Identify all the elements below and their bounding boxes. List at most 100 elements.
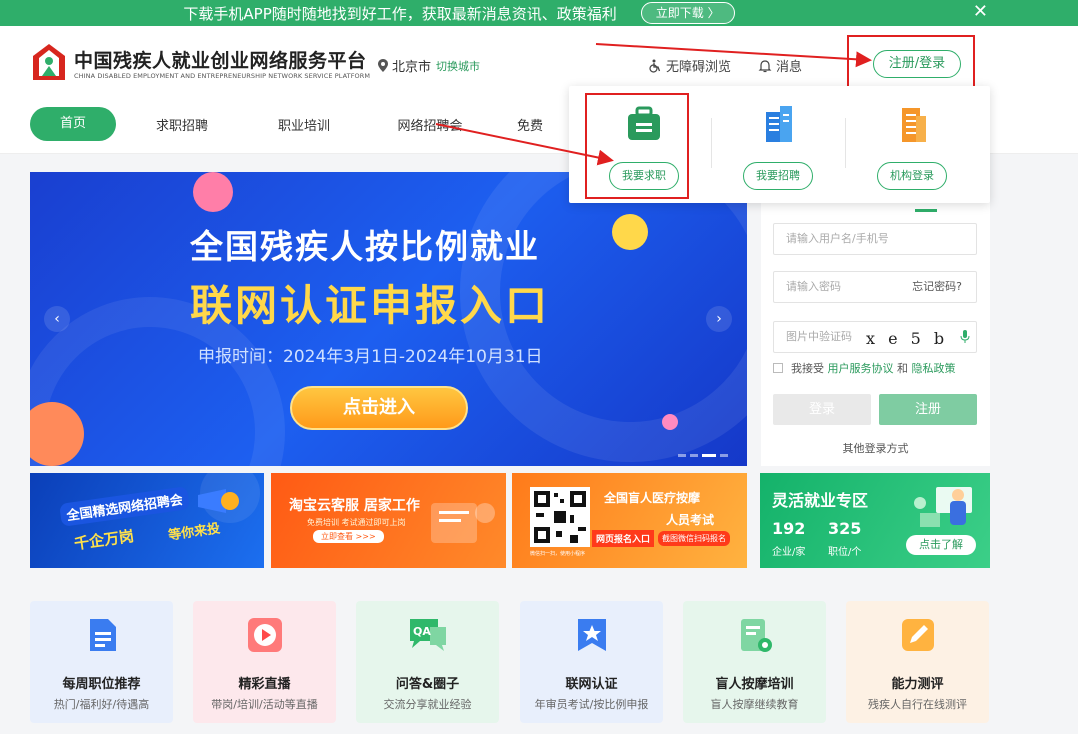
chat-bubble-icon: QA	[410, 619, 446, 651]
document-icon	[90, 619, 116, 651]
location-pin-icon	[378, 59, 388, 72]
privacy-link[interactable]: 隐私政策	[912, 360, 956, 376]
ad2-title: 淘宝云客服 居家工作	[289, 498, 420, 514]
popup-separator	[711, 118, 712, 168]
banner-dot[interactable]	[720, 454, 728, 457]
accessibility-link[interactable]: 无障碍浏览	[648, 56, 731, 75]
accessibility-label: 无障碍浏览	[666, 60, 732, 75]
main-nav: 首页 求职招聘 职业培训 网络招聘会 免费	[30, 107, 560, 141]
agree-checkbox[interactable]	[773, 363, 783, 373]
logo-icon[interactable]	[30, 42, 68, 82]
site-subtitle: CHINA DISABLED EMPLOYMENT AND ENTREPRENE…	[74, 72, 371, 80]
ad2-view-button[interactable]: 立即查看 >>>	[313, 530, 384, 543]
qr-code-icon[interactable]	[530, 487, 590, 547]
banner-line-1: 全国残疾人按比例就业	[190, 227, 540, 266]
ad3-title: 全国盲人医疗按摩	[604, 491, 701, 505]
nav-item-training[interactable]: 职业培训	[248, 115, 360, 134]
download-app-button[interactable]: 立即下载 〉	[640, 2, 735, 24]
nav-item-job-fair[interactable]: 网络招聘会	[360, 115, 500, 134]
login-button[interactable]: 登录	[773, 394, 871, 425]
certificate-icon	[741, 619, 772, 652]
bookmark-star-icon	[578, 619, 606, 651]
ad3-subtitle: 人员考试	[666, 513, 715, 527]
nav-item-home[interactable]: 首页	[30, 107, 116, 141]
popup-separator	[845, 118, 846, 168]
pencil-icon	[902, 619, 934, 651]
messages-label: 消息	[776, 60, 803, 75]
company-count: 192	[772, 519, 806, 538]
site-title[interactable]: 中国残疾人就业创业网络服务平台	[74, 46, 367, 73]
qr-caption: 微信扫一扫，使用小程序	[530, 551, 586, 557]
feature-title: 盲人按摩培训	[715, 677, 794, 692]
banner-date: 申报时间：2024年3月1日-2024年10月31日	[198, 347, 543, 367]
username-input[interactable]: 请输入用户名/手机号	[773, 223, 977, 255]
feature-massage-training[interactable]: 盲人按摩培训 盲人按摩继续教育	[683, 601, 826, 723]
banner-next-icon[interactable]: ›	[706, 306, 732, 332]
banner-dot[interactable]	[678, 454, 686, 457]
terms-link[interactable]: 用户服务协议	[828, 360, 894, 376]
bell-icon	[758, 59, 772, 72]
agree-prefix: 我接受	[791, 362, 824, 375]
feature-desc: 年审员考试/按比例申报	[534, 698, 649, 711]
current-city: 北京市	[392, 60, 432, 75]
banner-prev-icon[interactable]: ‹	[44, 306, 70, 332]
wheelchair-icon	[649, 59, 661, 73]
feature-title: 精彩直播	[238, 677, 291, 692]
nav-item-jobs[interactable]: 求职招聘	[116, 115, 248, 134]
recruiter-option[interactable]: 我要招聘	[733, 104, 823, 190]
org-login-button[interactable]: 机构登录	[877, 162, 947, 190]
agreement-row: 我接受 用户服务协议 和 隐私政策	[773, 360, 956, 376]
city-selector[interactable]: 北京市 切换城市	[378, 56, 480, 75]
login-tab-indicator	[915, 209, 937, 212]
recruit-button[interactable]: 我要招聘	[743, 162, 813, 190]
company-unit: 企业/家	[772, 547, 806, 558]
close-icon[interactable]: ✕	[973, 1, 988, 22]
feature-live-stream[interactable]: 精彩直播 带岗/培训/活动等直播	[193, 601, 336, 723]
flexible-employment-zone[interactable]: 灵活就业专区 192 325 企业/家 职位/个 点击了解	[760, 473, 990, 568]
register-button[interactable]: 注册	[879, 394, 977, 425]
feature-title: 能力测评	[891, 677, 944, 692]
banner-pagination	[678, 454, 732, 457]
login-panel: 请输入用户名/手机号 请输入密码 忘记密码? 图片中验证码 x e 5 b 我接…	[761, 196, 990, 466]
other-login-methods[interactable]: 其他登录方式	[761, 440, 990, 456]
banner-line-2: 联网认证申报入口	[190, 281, 551, 330]
org-login-option[interactable]: 机构登录	[867, 104, 957, 190]
feature-desc: 热门/福利好/待遇高	[53, 698, 150, 711]
banner-enter-button[interactable]: 点击进入	[290, 386, 468, 430]
ad-taobao-service[interactable]: 淘宝云客服 居家工作 免费培训 考试通过即可上岗 立即查看 >>>	[271, 473, 506, 568]
microphone-icon[interactable]	[960, 330, 970, 344]
promo-text: 下载手机APP随时随地找到好工作，获取最新消息资讯、政策福利	[183, 4, 617, 23]
password-input[interactable]: 请输入密码 忘记密码?	[773, 271, 977, 303]
nav-item-free[interactable]: 免费	[500, 115, 560, 134]
position-count: 325	[828, 519, 862, 538]
ad2-subtitle: 免费培训 考试通过即可上岗	[307, 518, 406, 527]
feature-network-cert[interactable]: 联网认证 年审员考试/按比例申报	[520, 601, 663, 723]
feature-qa-circle[interactable]: QA 问答&圈子 交流分享就业经验	[356, 601, 499, 723]
feature-desc: 盲人按摩继续教育	[710, 698, 799, 711]
promo-bar: 下载手机APP随时随地找到好工作，获取最新消息资讯、政策福利 立即下载 〉 ✕	[0, 0, 1078, 26]
feature-weekly-jobs[interactable]: 每周职位推荐 热门/福利好/待遇高	[30, 601, 173, 723]
learn-more-button[interactable]: 点击了解	[906, 535, 976, 555]
annotation-box-job-seek	[585, 93, 689, 199]
captcha-image[interactable]: x e 5 b	[866, 324, 966, 350]
forgot-password-link[interactable]: 忘记密码?	[912, 272, 962, 302]
password-placeholder: 请输入密码	[786, 280, 841, 293]
hero-banner[interactable]: 全国残疾人按比例就业 联网认证申报入口 申报时间：2024年3月1日-2024年…	[30, 172, 747, 466]
messages-link[interactable]: 消息	[758, 56, 802, 75]
captcha-input[interactable]: 图片中验证码 x e 5 b	[773, 321, 977, 353]
ad-online-job-fair[interactable]: 全国精选网络招聘会 千企万岗 等你来投	[30, 473, 264, 568]
agree-and: 和	[897, 362, 908, 375]
switch-city-link[interactable]: 切换城市	[436, 58, 480, 74]
feature-title: 联网认证	[565, 677, 618, 692]
ad3-signup-entry[interactable]: 网页报名入口	[592, 530, 655, 547]
feature-desc: 带岗/培训/活动等直播	[211, 698, 318, 711]
feature-desc: 残疾人自行在线测评	[868, 698, 967, 711]
banner-dot-active[interactable]	[702, 454, 716, 457]
feature-desc: 交流分享就业经验	[383, 698, 472, 711]
banner-dot[interactable]	[690, 454, 698, 457]
building-icon	[766, 106, 792, 142]
feature-title: 问答&圈子	[395, 677, 460, 692]
captcha-placeholder: 图片中验证码	[786, 330, 852, 343]
feature-ability-test[interactable]: 能力测评 残疾人自行在线测评	[846, 601, 989, 723]
ad-blind-massage-exam[interactable]: 微信扫一扫，使用小程序 全国盲人医疗按摩 人员考试 网页报名入口 截图微信扫码报…	[512, 473, 747, 568]
